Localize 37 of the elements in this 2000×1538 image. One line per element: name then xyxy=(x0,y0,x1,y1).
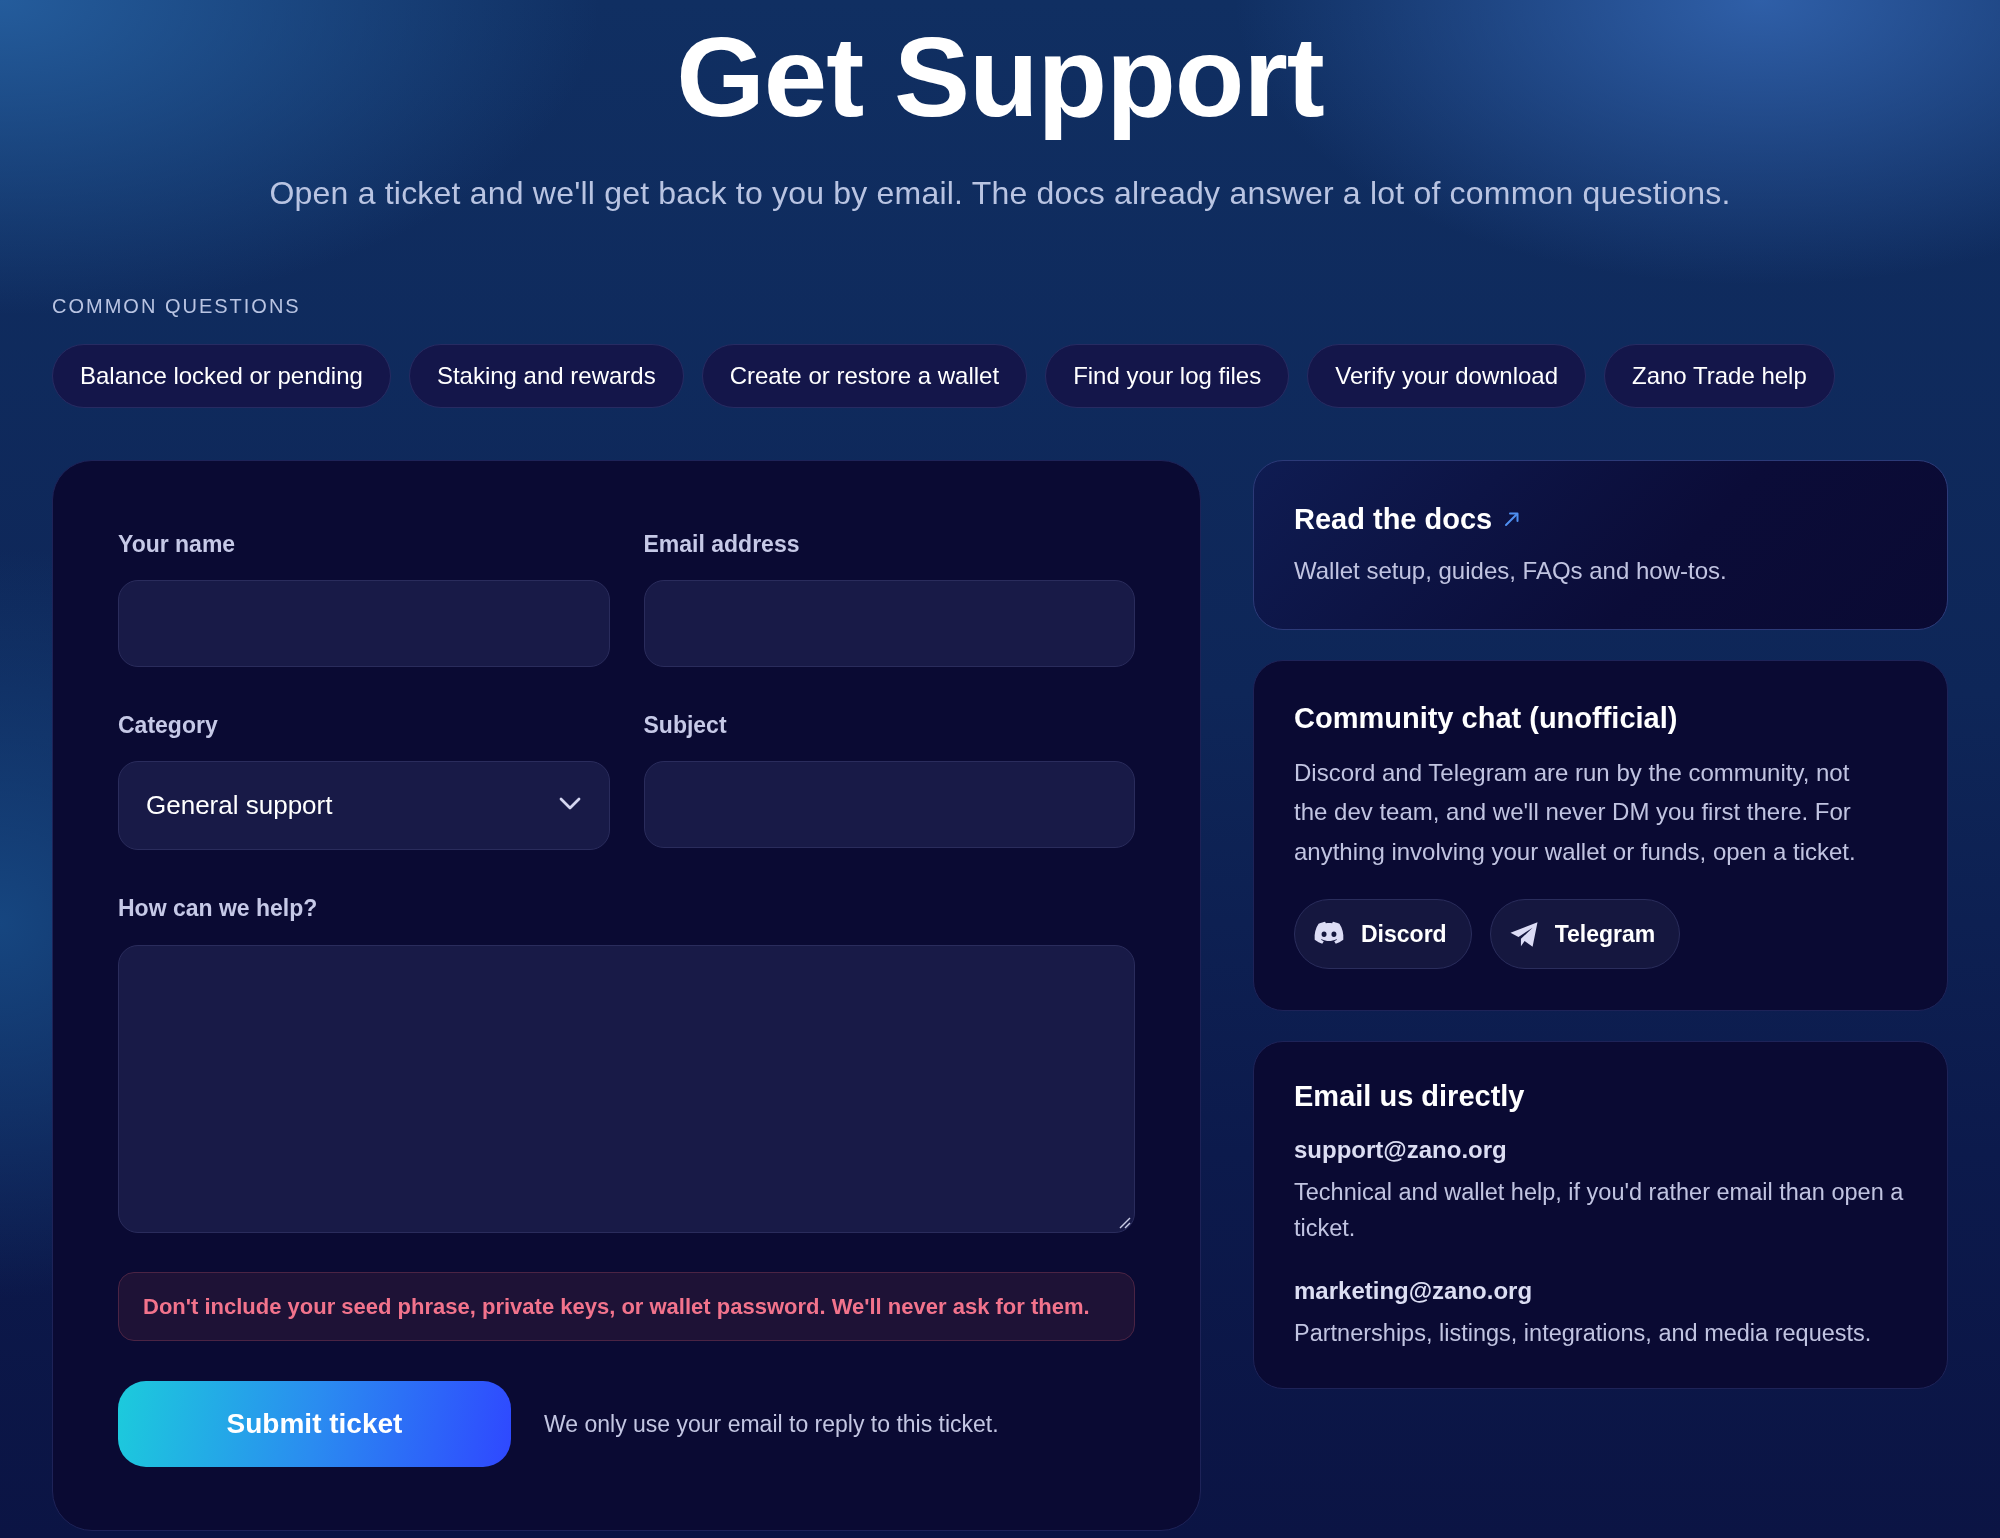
text-input[interactable] xyxy=(118,579,610,667)
paper-plane-icon xyxy=(1508,920,1539,948)
page-title: Get Support xyxy=(676,12,1324,142)
card-title: Read the docs xyxy=(1294,501,1493,536)
field-label: How can we help? xyxy=(118,893,319,922)
privacy-note: We only use your email to reply to this ticket. xyxy=(544,1409,999,1439)
docs-card[interactable]: Read the docs Wallet setup, guides, FAQs and how-tos. xyxy=(1253,459,1948,630)
card-title: Community chat (unofficial) xyxy=(1294,700,1679,735)
community-link-button[interactable]: Discord xyxy=(1294,899,1472,970)
field-label: Your name xyxy=(118,529,237,558)
chevron-down-icon xyxy=(558,796,581,810)
community-link-button[interactable]: Telegram xyxy=(1489,899,1681,970)
card-description: Discord and Telegram are run by the community, not the dev team, and we'll never DM you first there. For anything involving your wallet or funds, open a ticket. xyxy=(1294,757,1857,867)
text-input[interactable] xyxy=(643,760,1135,848)
field-label: Subject xyxy=(643,710,728,739)
section-heading: COMMON QUESTIONS xyxy=(52,293,301,318)
category-dropdown[interactable]: General support xyxy=(118,760,610,850)
question-chip[interactable]: Create or restore a wallet xyxy=(701,343,1028,408)
email-link[interactable]: support@zano.org xyxy=(1294,1135,1507,1166)
question-chip[interactable]: Zano Trade help xyxy=(1604,343,1835,408)
contact-description: Partnerships, listings, integrations, and media requests. xyxy=(1294,1319,1873,1349)
warning-message: Don't include your seed phrase, private keys, or wallet password. We'll never ask for them. xyxy=(118,1271,1135,1341)
field-label: Category xyxy=(118,710,219,739)
question-chip[interactable]: Balance locked or pending xyxy=(52,343,391,408)
question-chip[interactable]: Find your log files xyxy=(1045,343,1290,408)
text-input[interactable] xyxy=(643,579,1135,667)
question-chip[interactable]: Verify your download xyxy=(1307,343,1586,408)
email-link[interactable]: marketing@zano.org xyxy=(1294,1276,1533,1307)
card-description: Wallet setup, guides, FAQs and how-tos. xyxy=(1294,555,1728,586)
resize-handle-icon[interactable] xyxy=(1119,1216,1131,1229)
page-subtitle: Open a ticket and we'll get back to you by email. The docs already answer a lot of common questions. xyxy=(269,173,1731,212)
submit-button[interactable]: Submit ticket xyxy=(118,1380,511,1467)
arrow-up-right-icon xyxy=(1504,510,1521,527)
contact-description: Technical and wallet help, if you'd rather email than open a ticket. xyxy=(1294,1178,1905,1244)
card-title: Email us directly xyxy=(1294,1079,1526,1114)
field-label: Email address xyxy=(643,529,801,558)
question-chip[interactable]: Staking and rewards xyxy=(408,343,684,408)
